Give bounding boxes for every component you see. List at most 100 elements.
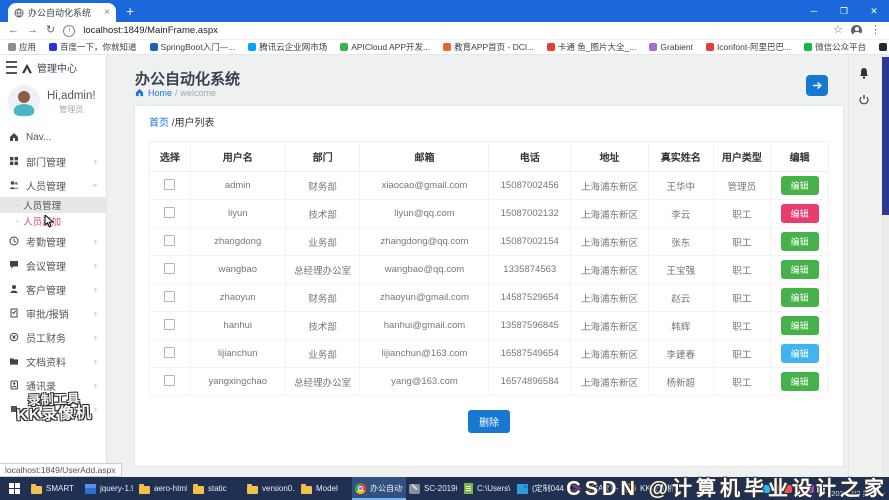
documents-icon [9, 356, 19, 366]
row-checkbox[interactable] [164, 207, 175, 218]
browser-menu-icon[interactable]: ⋮ [870, 25, 881, 36]
sidebar-subitem[interactable]: -人员管理 [0, 197, 106, 213]
taskbar-item[interactable]: 办公自动化... [352, 477, 406, 500]
taskbar-item[interactable]: jquery-1.9... [82, 477, 136, 500]
browser-profile-icon[interactable] [851, 25, 862, 36]
start-button[interactable] [0, 477, 28, 500]
sidebar-item-label: 客户管理 [26, 282, 66, 297]
taskbar-item[interactable]: (定制044... [514, 477, 568, 500]
sidebar-item[interactable]: 员工财务› [0, 325, 106, 349]
customer-icon [9, 284, 19, 294]
notifications-bell-icon[interactable] [858, 67, 870, 85]
bookmark-item[interactable]: APICloud APP开发... [340, 41, 430, 53]
cell-username: wangbao [190, 256, 285, 284]
edit-button[interactable]: 编辑 [781, 176, 819, 195]
page-info-icon[interactable]: i [63, 25, 75, 37]
bookmark-item[interactable]: 卡通 鱼_图片大全_... [547, 41, 636, 53]
sidebar-item[interactable]: 部门管理› [0, 149, 106, 173]
cell-dept: 总经理办公室 [285, 368, 360, 396]
panel-breadcrumb: 首页 /用户列表 [135, 106, 843, 135]
cell-realname: 杨新超 [649, 368, 714, 396]
edit-button[interactable]: 编辑 [781, 288, 819, 307]
sidebar-item[interactable]: 人员管理› [0, 173, 106, 197]
tab-close-icon[interactable]: × [104, 8, 110, 18]
bookmark-star-icon[interactable]: ☆ [833, 25, 843, 36]
cell-email: xiaocao@gmail.com [360, 172, 489, 200]
edit-button[interactable]: 编辑 [781, 204, 819, 223]
edit-button[interactable]: 编辑 [781, 372, 819, 391]
row-checkbox[interactable] [164, 291, 175, 302]
sidebar-item-label: 会议管理 [26, 258, 66, 273]
edit-button[interactable]: 编辑 [781, 232, 819, 251]
cell-username: liyun [190, 200, 285, 228]
bookmark-item[interactable]: SpringBoot入门—... [150, 41, 236, 53]
delete-button[interactable]: 删除 [468, 410, 510, 433]
sidebar-item[interactable]: 审批/报销› [0, 301, 106, 325]
edit-button[interactable]: 编辑 [781, 316, 819, 335]
cell-select [150, 340, 191, 368]
taskbar-item[interactable]: SC-20190... [406, 477, 460, 500]
row-checkbox[interactable] [164, 235, 175, 246]
table-row: zhangdong业务部zhangdong@qq.com15087002154上… [150, 228, 829, 256]
row-checkbox[interactable] [164, 319, 175, 330]
browser-tab[interactable]: 办公自动化系统 × [8, 3, 116, 22]
maximize-button[interactable]: ❐ [829, 0, 859, 22]
bookmark-item[interactable]: Grabient [649, 42, 693, 52]
bookmark-label: 教育APP首页 - DCl... [454, 41, 534, 53]
sidebar-item[interactable]: 会议管理› [0, 253, 106, 277]
edit-button[interactable]: 编辑 [781, 260, 819, 279]
edit-button[interactable]: 编辑 [781, 344, 819, 363]
chevron-right-icon: › [94, 356, 97, 366]
close-button[interactable]: ✕ [859, 0, 889, 22]
row-checkbox[interactable] [164, 263, 175, 274]
cell-phone: 15087002456 [489, 172, 570, 200]
row-checkbox[interactable] [164, 347, 175, 358]
bookmark-item[interactable]: 微信公众平台 [804, 41, 866, 53]
approval-icon [9, 308, 19, 318]
cell-edit: 编辑 [771, 284, 829, 312]
hamburger-menu-icon[interactable] [6, 61, 17, 74]
table-header-row: 选择用户名部门邮箱电话地址真实姓名用户类型编辑 [150, 142, 829, 172]
breadcrumb-home-link[interactable]: Home [148, 88, 172, 98]
bookmark-label: SpringBoot入门—... [161, 41, 236, 53]
power-logout-icon[interactable] [858, 93, 870, 111]
sidebar-item[interactable]: 客户管理› [0, 277, 106, 301]
taskbar-item[interactable]: aero-html... [136, 477, 190, 500]
user-profile[interactable]: Hi,admin! 管理员 [8, 85, 96, 117]
quick-nav-button[interactable] [806, 75, 828, 96]
tencent-cloud-icon [248, 43, 256, 51]
cell-username: admin [190, 172, 285, 200]
breadcrumb-separator: / [175, 88, 178, 98]
scrollbar-thumb[interactable] [882, 57, 889, 215]
forward-icon[interactable]: → [27, 25, 38, 36]
taskbar-item[interactable]: version0.1 [244, 477, 298, 500]
back-icon[interactable]: ← [8, 25, 19, 36]
reload-icon[interactable]: ↻ [46, 25, 55, 36]
bookmark-item[interactable]: 百度一下，你就知道 [49, 41, 137, 53]
bookmark-item[interactable]: 应用 [8, 41, 36, 53]
url-field[interactable]: localhost:1849/MainFrame.aspx [83, 25, 825, 36]
bookmark-item[interactable]: Iconfont-阿里巴巴... [706, 41, 791, 53]
row-checkbox[interactable] [164, 375, 175, 386]
baidu-icon [49, 43, 57, 51]
panel-breadcrumb-home[interactable]: 首页 [149, 118, 169, 129]
page-scrollbar[interactable] [882, 55, 889, 477]
table-row: liyun技术部liyun@qq.com15087002132上海浦东新区李云职… [150, 200, 829, 228]
cell-phone: 15087002132 [489, 200, 570, 228]
bookmark-item[interactable]: 腾讯云企业网市场 [248, 41, 327, 53]
user-role: 管理员 [47, 104, 96, 115]
bookmark-item[interactable]: GitHub - xiangyu... [879, 42, 889, 52]
dash-icon: - [16, 200, 19, 211]
taskbar-item[interactable]: static [190, 477, 244, 500]
taskbar-item[interactable]: C:\Users\... [460, 477, 514, 500]
sidebar-item[interactable]: 文档资料› [0, 349, 106, 373]
taskbar-item[interactable]: Model [298, 477, 352, 500]
new-tab-button[interactable]: + [126, 2, 134, 20]
bookmark-item[interactable]: 教育APP首页 - DCl... [443, 41, 534, 53]
taskbar-item-label: static [208, 484, 227, 493]
folder-icon [301, 486, 312, 494]
cell-select [150, 312, 191, 340]
taskbar-item[interactable]: SMART [28, 477, 82, 500]
row-checkbox[interactable] [164, 179, 175, 190]
minimize-button[interactable]: ─ [799, 0, 829, 22]
